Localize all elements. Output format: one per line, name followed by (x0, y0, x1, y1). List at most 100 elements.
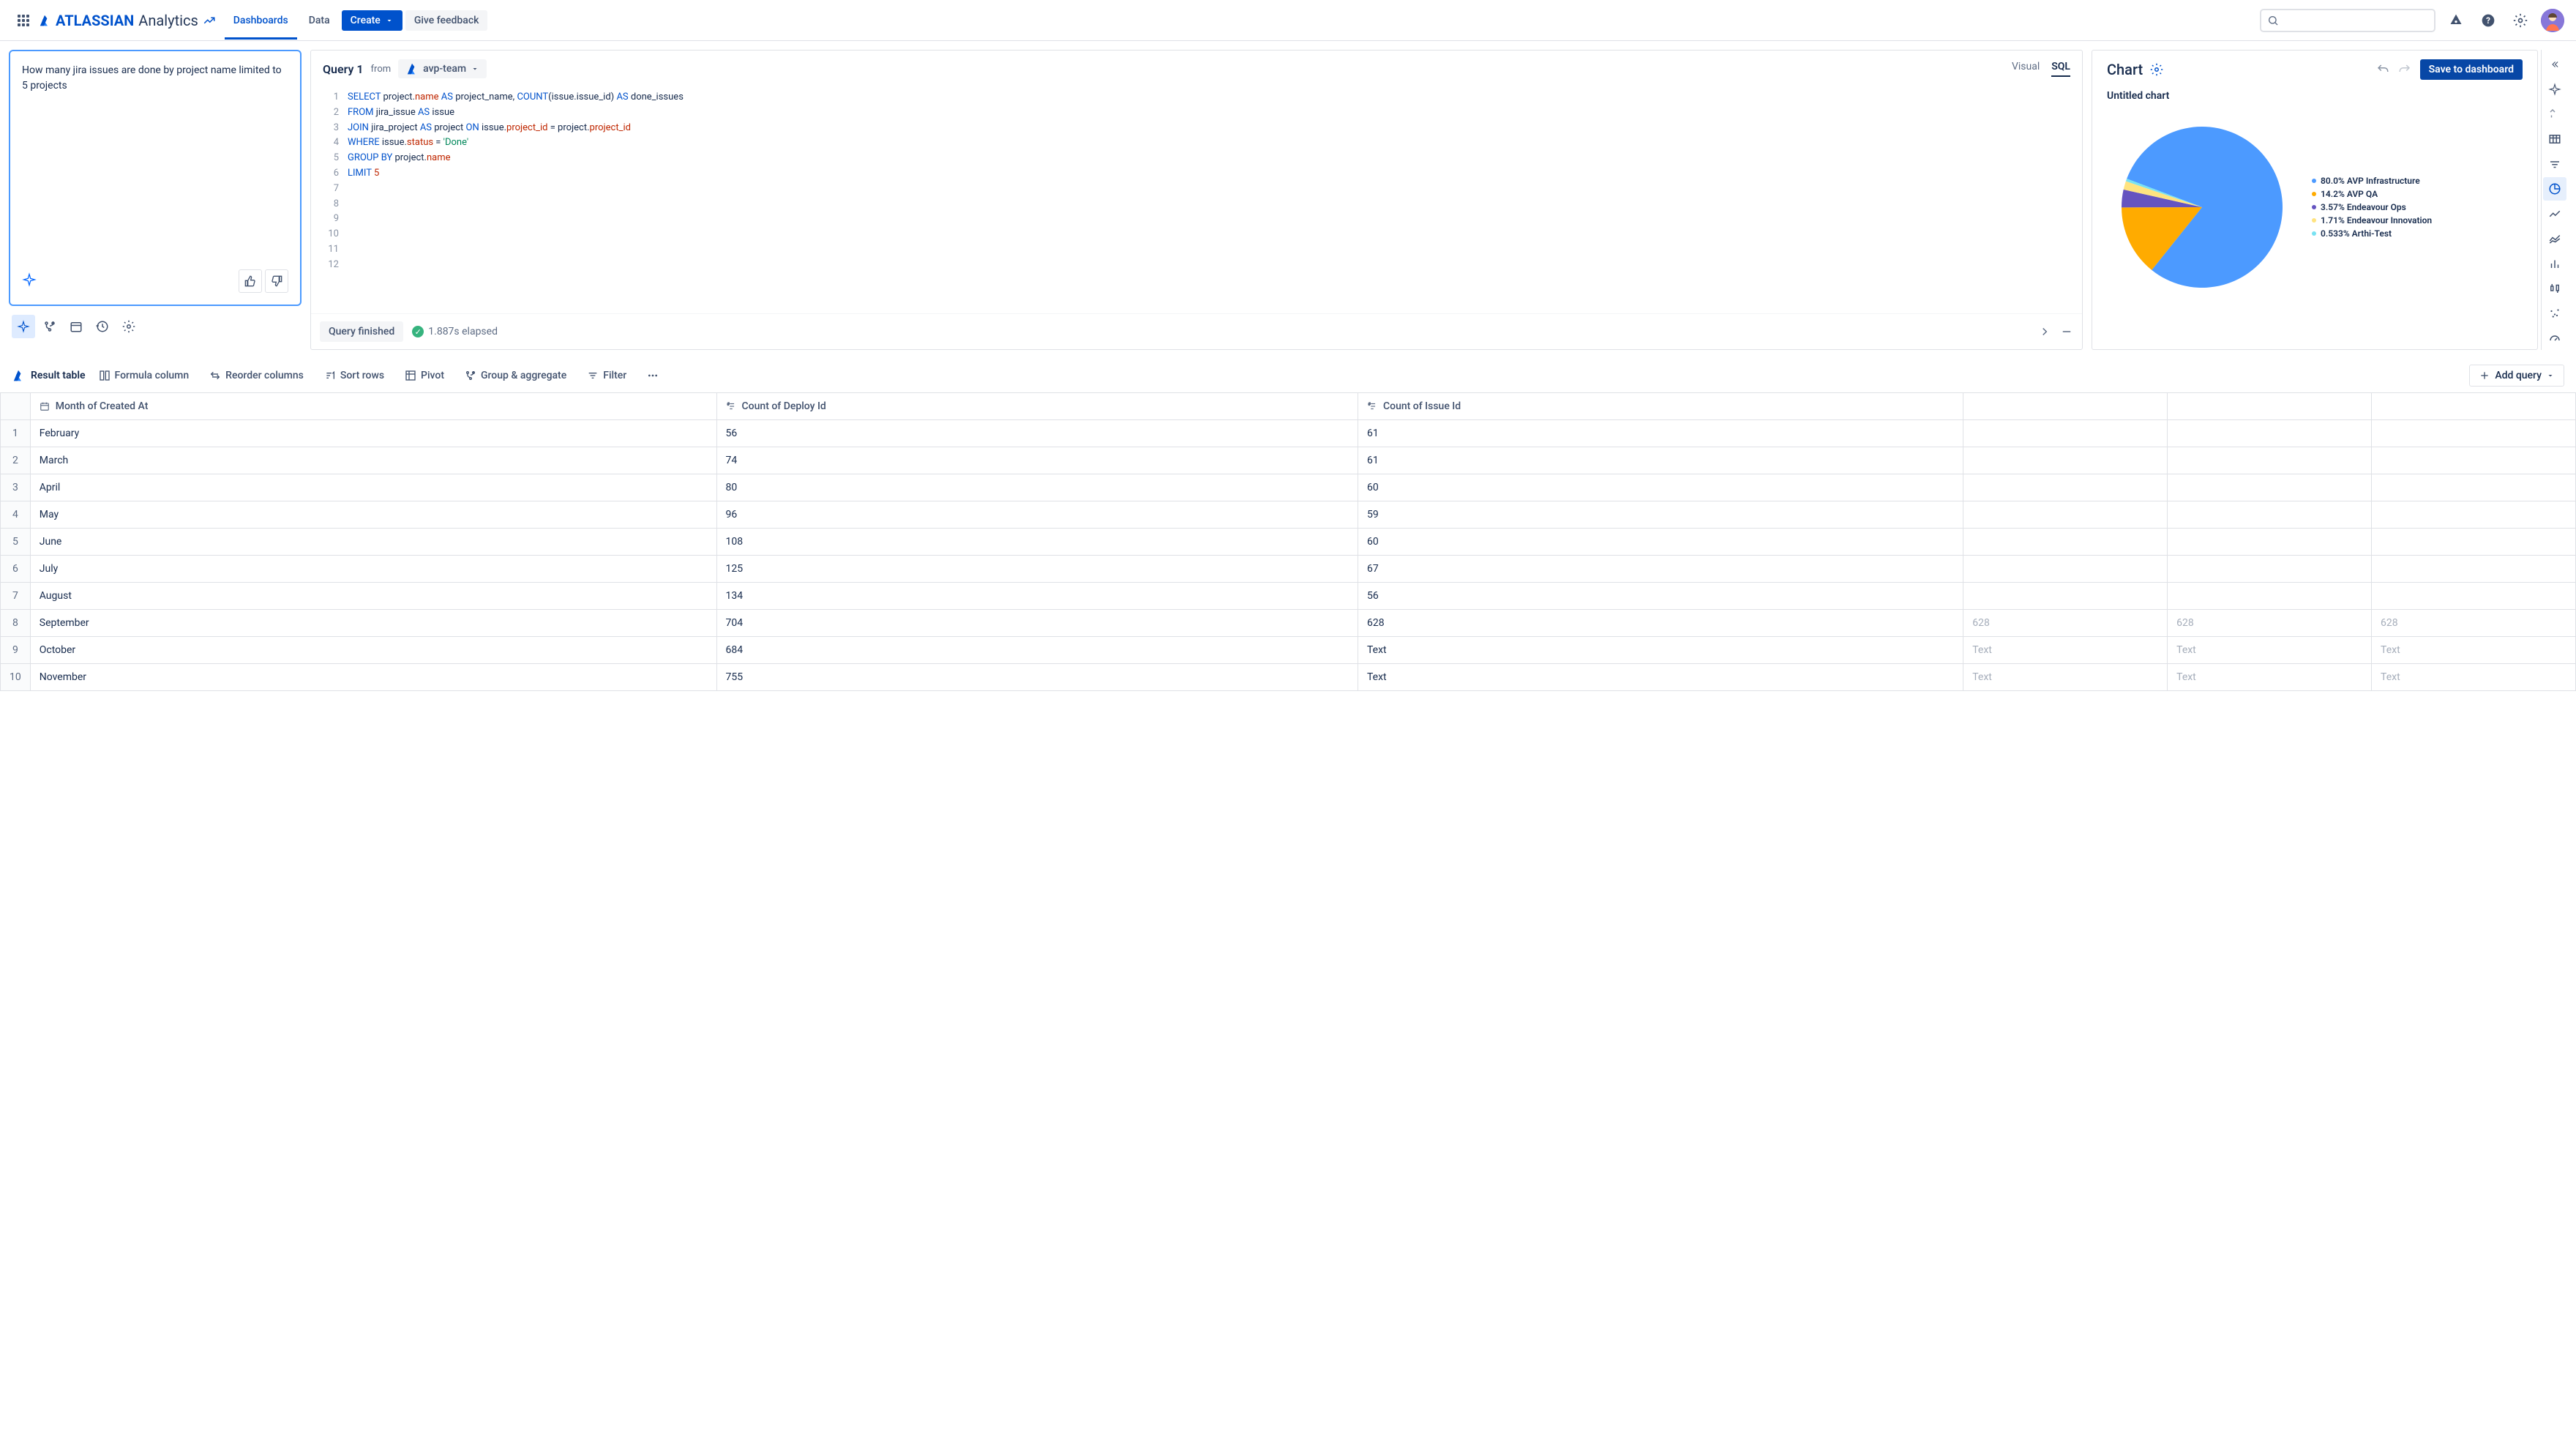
branch-tool-button[interactable] (38, 315, 61, 338)
group-aggregate-button[interactable]: Group & aggregate (457, 365, 574, 386)
table-row[interactable]: 10November755TextTextTextText (1, 664, 2576, 691)
tab-visual[interactable]: Visual (2012, 61, 2040, 77)
svg-text:?: ? (2486, 15, 2490, 26)
legend-item[interactable]: 3.57% Endeavour Ops (2312, 202, 2432, 212)
settings-tool-button[interactable] (117, 315, 141, 338)
gauge-chart-icon[interactable] (2543, 327, 2566, 350)
app-switcher-icon[interactable] (12, 9, 35, 32)
legend-item[interactable]: 14.2% AVP QA (2312, 189, 2432, 199)
table-row[interactable]: 5June10860 (1, 529, 2576, 556)
sort-rows-button[interactable]: Sort rows (317, 365, 392, 386)
expand-panel-icon[interactable] (2543, 53, 2566, 76)
table-header[interactable]: #Count of Deploy Id (716, 393, 1358, 420)
line-chart-icon[interactable] (2543, 202, 2566, 225)
scatter-chart-icon[interactable] (2543, 302, 2566, 325)
notifications-icon[interactable] (2444, 9, 2468, 32)
save-to-dashboard-button[interactable]: Save to dashboard (2420, 59, 2523, 80)
minimize-icon[interactable] (2060, 325, 2073, 338)
ai-tool-button[interactable] (12, 315, 35, 338)
formula-column-button[interactable]: Formula column (91, 365, 197, 386)
filter-sidebar-icon[interactable] (2543, 152, 2566, 176)
result-table: Month of Created At#Count of Deploy Id#C… (0, 392, 2576, 691)
table-row[interactable]: 1February5661 (1, 420, 2576, 447)
legend-item[interactable]: 80.0% AVP Infrastructure (2312, 176, 2432, 186)
top-nav: ATLASSIAN Analytics Dashboards Data Crea… (0, 0, 2576, 41)
add-query-button[interactable]: Add query (2469, 365, 2564, 387)
query-elapsed: ✓ 1.887s elapsed (412, 326, 498, 337)
query-from-label: from (371, 64, 392, 75)
filter-button[interactable]: Filter (580, 365, 634, 386)
main-area: How many jira issues are done by project… (0, 41, 2576, 359)
query-status-pill: Query finished (320, 321, 403, 342)
chevron-down-icon (385, 16, 394, 25)
chart-panel: Chart Save to dashboard Untitled chart 8… (2092, 50, 2538, 350)
sparkle-sidebar-icon[interactable] (2543, 78, 2566, 101)
help-icon[interactable]: ? (2476, 9, 2500, 32)
chart-panel-title: Chart (2107, 61, 2143, 78)
nav-data[interactable]: Data (300, 9, 339, 32)
analytics-icon (203, 14, 216, 27)
chart-settings-icon[interactable] (2150, 63, 2163, 76)
check-icon: ✓ (412, 326, 424, 337)
bar-chart-icon[interactable] (2543, 252, 2566, 275)
thumbs-up-button[interactable] (239, 269, 262, 293)
give-feedback-button[interactable]: Give feedback (405, 10, 488, 31)
result-table-title: Result table (31, 370, 86, 381)
pivot-button[interactable]: Pivot (397, 365, 452, 386)
table-row[interactable]: 3April8060 (1, 474, 2576, 501)
chevron-down-icon (2546, 371, 2555, 380)
result-toolbar: Result table Formula column Reorder colu… (0, 359, 2576, 392)
prompt-box[interactable]: How many jira issues are done by project… (9, 50, 302, 306)
more-actions-button[interactable] (640, 365, 666, 386)
avatar[interactable] (2541, 9, 2564, 32)
query-title: Query 1 (323, 62, 364, 76)
thumbs-down-button[interactable] (265, 269, 288, 293)
table-chart-icon[interactable] (2543, 127, 2566, 151)
chevron-right-icon[interactable] (2038, 325, 2051, 338)
search-icon (2267, 15, 2279, 26)
datasource-selector[interactable]: avp-team (398, 59, 487, 78)
query-panel: Query 1 from avp-team Visual SQL 1234567… (310, 50, 2083, 350)
brand-analytics: Analytics (138, 12, 198, 29)
sparkle-icon (22, 272, 37, 290)
atlassian-icon (405, 62, 419, 75)
tab-sql[interactable]: SQL (2051, 61, 2070, 77)
calendar-tool-button[interactable] (64, 315, 88, 338)
svg-text:#: # (1368, 402, 1371, 406)
table-row[interactable]: 2March7461 (1, 447, 2576, 474)
pie-chart-icon[interactable] (2543, 177, 2566, 201)
chart-legend: 80.0% AVP Infrastructure 14.2% AVP QA 3.57… (2312, 176, 2432, 239)
atlassian-icon (12, 369, 25, 382)
table-row[interactable]: 7August13456 (1, 583, 2576, 610)
reorder-columns-button[interactable]: Reorder columns (202, 365, 311, 386)
brand-atlassian: ATLASSIAN (56, 12, 134, 29)
table-row[interactable]: 9October684TextTextTextText (1, 637, 2576, 664)
table-header[interactable]: Month of Created At (30, 393, 716, 420)
logo[interactable]: ATLASSIAN Analytics (38, 12, 216, 29)
area-chart-icon[interactable] (2543, 227, 2566, 250)
table-row[interactable]: 6July12567 (1, 556, 2576, 583)
history-tool-button[interactable] (91, 315, 114, 338)
candlestick-chart-icon[interactable] (2543, 277, 2566, 300)
svg-text:#: # (727, 402, 729, 406)
chart-type-sidebar (2541, 50, 2567, 350)
sql-editor[interactable]: 123456789101112 SELECT project.name AS p… (311, 87, 2082, 313)
nav-dashboards[interactable]: Dashboards (225, 1, 297, 40)
prompt-toolbar (9, 312, 302, 341)
search-input[interactable] (2260, 9, 2435, 32)
settings-icon[interactable] (2509, 9, 2532, 32)
legend-item[interactable]: 0.533% Arthi-Test (2312, 228, 2432, 239)
table-row[interactable]: 4May9659 (1, 501, 2576, 529)
undo-icon[interactable] (2376, 63, 2389, 76)
chart-title[interactable]: Untitled chart (2107, 87, 2523, 105)
table-row[interactable]: 8September704628628628628 (1, 610, 2576, 637)
legend-item[interactable]: 1.71% Endeavour Innovation (2312, 215, 2432, 225)
plus-icon (2479, 370, 2490, 381)
table-header[interactable]: #Count of Issue Id (1358, 393, 1963, 420)
redo-icon[interactable] (2398, 63, 2411, 76)
pie-chart (2107, 112, 2297, 302)
chevron-down-icon (471, 64, 479, 73)
metric-chart-icon[interactable] (2543, 102, 2566, 126)
atlassian-icon (38, 14, 51, 27)
create-button[interactable]: Create (342, 10, 402, 31)
